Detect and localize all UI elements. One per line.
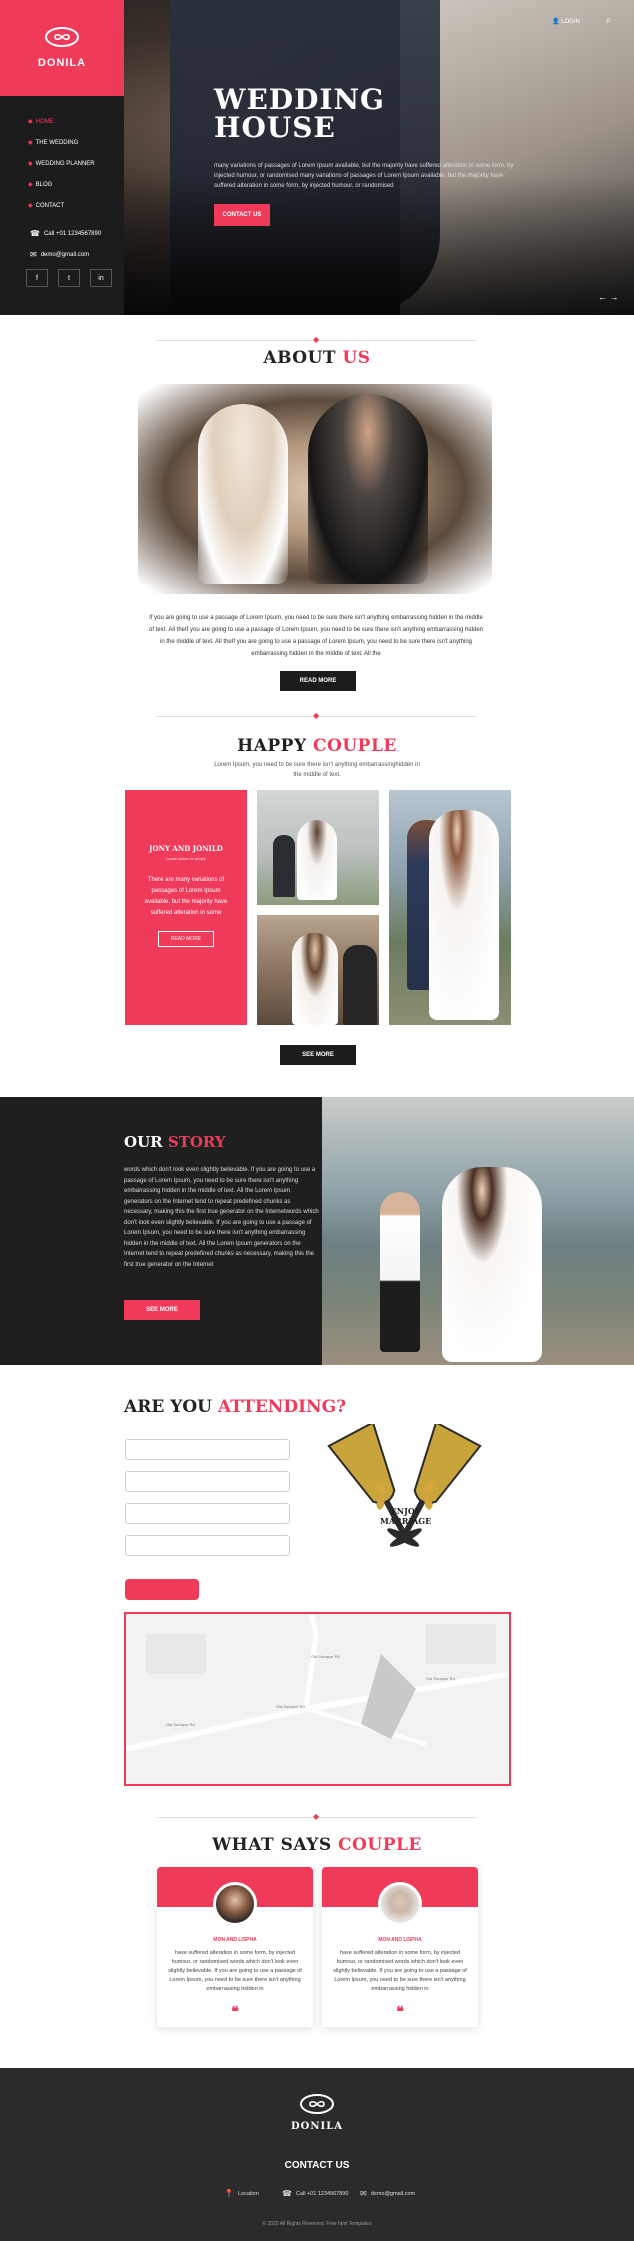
email-field[interactable] <box>125 1471 290 1492</box>
submit-button[interactable] <box>125 1579 199 1600</box>
footer-location[interactable]: 📍 Location <box>224 2189 259 2198</box>
nav-item-wedding-planner[interactable]: ◆ WEDDING PLANNER <box>28 160 124 168</box>
avatar <box>378 1882 422 1926</box>
guests-field[interactable] <box>125 1535 290 1556</box>
location-map[interactable]: Old Sonapur Rd Old Sonapur Rd Old Sonapu… <box>124 1612 511 1786</box>
card-read-more-button[interactable]: READ MORE <box>158 931 214 947</box>
hero-text: many variations of passages of Lorem Ips… <box>214 163 514 189</box>
nav-item-home[interactable]: ◆ HOME <box>28 118 124 126</box>
story-text: words which don't look even slightly bel… <box>124 1167 319 1268</box>
main-nav: ◆ HOME ◆ THE WEDDING ◆ WEDDING PLANNER ◆ BLO… <box>0 96 124 210</box>
diamond-icon: ◆ <box>28 203 33 209</box>
footer-phone[interactable]: ☎ Call +01 1234567890 <box>282 2189 348 2198</box>
nav-item-blog[interactable]: ◆ BLOG <box>28 181 124 189</box>
gallery-photo[interactable] <box>257 790 379 905</box>
sidebar: DONILA ◆ HOME ◆ THE WEDDING ◆ WEDDING PLANN… <box>0 0 124 315</box>
diamond-icon: ◆ <box>28 161 33 167</box>
quote-icon: ❝ <box>231 2003 239 2019</box>
facebook-icon[interactable]: f <box>26 269 48 287</box>
phone-field[interactable] <box>125 1503 290 1524</box>
footer-logo-text: DONILA <box>291 2121 343 2132</box>
read-more-button[interactable]: READ MORE <box>280 671 356 691</box>
attending-title: ARE YOU ATTENDING? <box>124 1397 347 1417</box>
infinity-heart-icon <box>300 2093 334 2120</box>
diamond-icon: ◆ <box>313 1812 320 1821</box>
happy-couple-subtitle: Lorem Ipsum, you need to be sure there i… <box>214 762 420 778</box>
avatar <box>213 1882 257 1926</box>
about-title: ABOUT US <box>263 348 371 368</box>
story-photo <box>322 1097 634 1365</box>
diamond-icon: ◆ <box>28 119 33 125</box>
infinity-heart-icon <box>45 27 79 51</box>
sidebar-email[interactable]: ✉ demo@gmail.com <box>30 250 124 259</box>
gallery-photo[interactable] <box>389 790 511 1025</box>
location-pin-icon: 📍 <box>224 2189 234 2198</box>
logo[interactable]: DONILA <box>0 0 124 96</box>
diamond-icon: ◆ <box>28 140 33 146</box>
logo-text: DONILA <box>37 57 87 69</box>
phone-icon: ☎ <box>30 229 40 238</box>
linkedin-icon[interactable]: in <box>90 269 112 287</box>
testimonial-card: MON AND LISPHA have suffered alteration … <box>322 1867 478 2027</box>
user-icon: 👤 <box>552 19 560 25</box>
sidebar-phone[interactable]: ☎ Call +01 1234567890 <box>30 229 124 238</box>
couple-card: JONY AND JONILD Lorem Ipsum is simply Th… <box>125 790 247 1025</box>
contact-us-button[interactable]: CONTACT US <box>214 204 270 226</box>
slider-arrows[interactable]: ← → <box>598 292 619 302</box>
diamond-icon: ◆ <box>28 182 33 188</box>
phone-icon: ☎ <box>282 2189 292 2198</box>
nav-item-the-wedding[interactable]: ◆ THE WEDDING <box>28 139 124 147</box>
twitter-icon[interactable]: t <box>58 269 80 287</box>
happy-couple-title: HAPPY COUPLE <box>237 736 397 756</box>
hero-title: WEDDING HOUSE <box>214 83 385 144</box>
footer-email[interactable]: ✉ demo@gmail.com <box>360 2189 415 2198</box>
mail-icon: ✉ <box>30 250 37 259</box>
diamond-icon: ◆ <box>313 711 320 720</box>
nav-item-contact[interactable]: ◆ CONTACT <box>28 202 124 210</box>
story-title: OUR STORY <box>124 1133 226 1151</box>
login-link[interactable]: 👤 LOGIN <box>552 18 580 25</box>
about-photo <box>138 384 492 594</box>
footer-contact-title: CONTACT US <box>284 2160 350 2171</box>
search-icon[interactable]: ⌕ <box>606 15 612 26</box>
diamond-icon: ◆ <box>313 335 320 344</box>
about-text: If you are going to use a passage of Lor… <box>148 615 484 657</box>
social-links: f t in <box>26 269 124 287</box>
champagne-glasses-graphic: ENJOY MARRIAGE <box>322 1421 487 1564</box>
gallery-photo[interactable] <box>257 915 379 1025</box>
testimonial-card: MON AND LISPHA have suffered alteration … <box>157 1867 313 2027</box>
mail-icon: ✉ <box>360 2189 367 2198</box>
quote-icon: ❝ <box>396 2003 404 2019</box>
testimonials-title: WHAT SAYS COUPLE <box>212 1835 422 1855</box>
name-field[interactable] <box>125 1439 290 1460</box>
story-see-more-button[interactable]: SEE MORE <box>124 1300 200 1320</box>
see-more-button[interactable]: SEE MORE <box>280 1045 356 1065</box>
copyright: © 2020 All Rights Reserved. Free html Te… <box>262 2221 372 2227</box>
